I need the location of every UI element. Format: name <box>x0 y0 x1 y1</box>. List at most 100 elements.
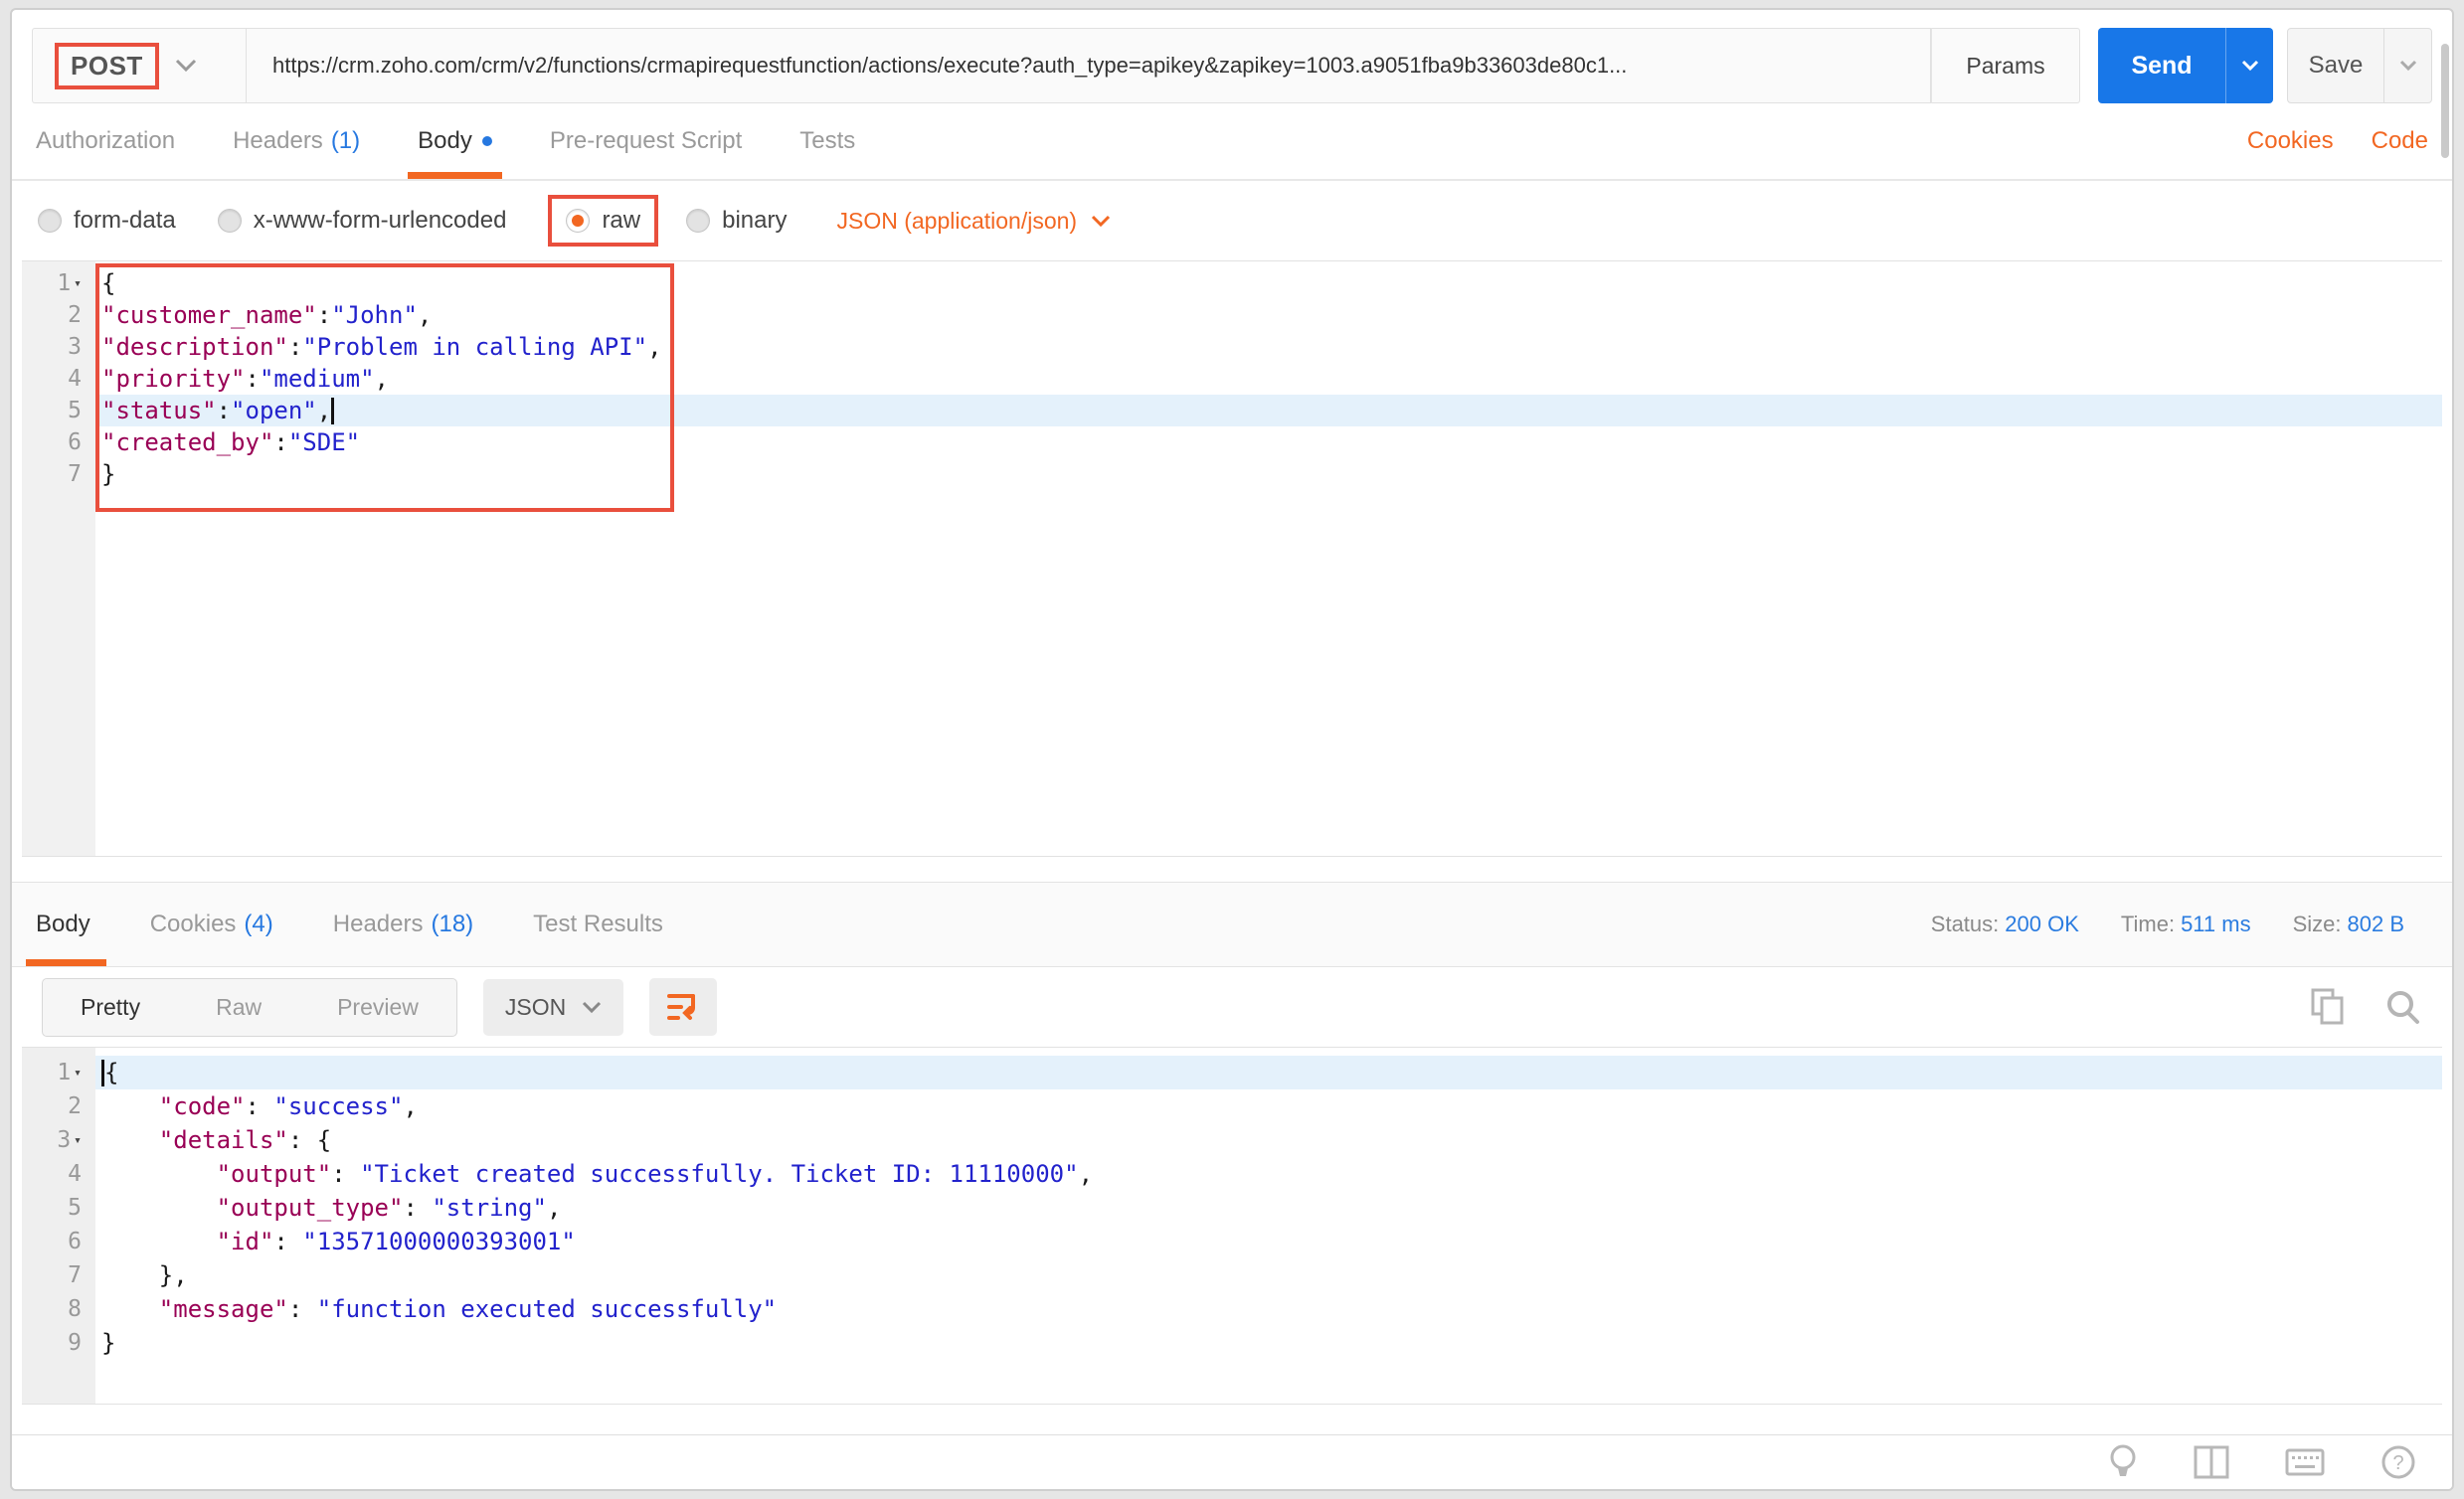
code-line[interactable]: 7 }, <box>22 1258 2442 1292</box>
save-button[interactable]: Save <box>2288 29 2383 102</box>
window-scrollbar-thumb[interactable] <box>2441 44 2449 158</box>
code-line-content[interactable]: }, <box>95 1258 2442 1292</box>
response-headers-count-badge: (18) <box>431 911 473 938</box>
tips-button[interactable] <box>2108 1444 2138 1480</box>
code-line[interactable]: 9} <box>22 1326 2442 1360</box>
wrap-lines-button[interactable] <box>649 978 717 1036</box>
line-number: 8 <box>22 1292 95 1326</box>
code-line[interactable]: 8 "message": "function executed successf… <box>22 1292 2442 1326</box>
send-button[interactable]: Send <box>2098 28 2225 103</box>
code-line[interactable]: 7} <box>22 458 2442 490</box>
line-number: 4 <box>22 1157 95 1191</box>
code-line-content[interactable]: "description":"Problem in calling API", <box>95 331 2442 363</box>
send-dropdown-button[interactable] <box>2225 28 2273 103</box>
help-button[interactable]: ? <box>2380 1444 2416 1480</box>
radio-binary[interactable]: binary <box>686 207 787 235</box>
code-line-content[interactable]: "output": "Ticket created successfully. … <box>95 1157 2442 1191</box>
svg-text:?: ? <box>2392 1452 2403 1474</box>
code-line-content[interactable]: { <box>95 1056 2442 1089</box>
fold-arrow-icon[interactable]: ▾ <box>74 1133 82 1148</box>
url-input[interactable]: https://crm.zoho.com/crm/v2/functions/cr… <box>246 28 1931 103</box>
code-link[interactable]: Code <box>2372 103 2428 179</box>
params-button[interactable]: Params <box>1931 28 2080 103</box>
content-type-dropdown[interactable]: JSON (application/json) <box>836 208 1111 235</box>
fold-arrow-icon[interactable]: ▾ <box>74 276 82 291</box>
response-format-dropdown[interactable]: JSON <box>483 979 623 1036</box>
code-line[interactable]: 2"customer_name":"John", <box>22 299 2442 331</box>
code-line[interactable]: 4"priority":"medium", <box>22 363 2442 395</box>
radio-circle-icon[interactable] <box>686 209 710 233</box>
body-modified-dot <box>482 136 492 146</box>
code-line[interactable]: 2 "code": "success", <box>22 1089 2442 1123</box>
keyboard-icon <box>2285 1448 2325 1476</box>
tab-authorization[interactable]: Authorization <box>36 103 175 179</box>
line-number: 7 <box>22 1258 95 1292</box>
radio-form-data[interactable]: form-data <box>38 207 176 235</box>
tab-tests[interactable]: Tests <box>799 103 855 179</box>
tab-pre-request-script[interactable]: Pre-request Script <box>550 103 742 179</box>
code-line-content[interactable]: "message": "function executed successful… <box>95 1292 2442 1326</box>
search-response-button[interactable] <box>2384 988 2422 1026</box>
help-icon: ? <box>2380 1444 2416 1480</box>
response-body-editor[interactable]: 1▾{2 "code": "success",3▾ "details": {4 … <box>22 1047 2442 1405</box>
code-line[interactable]: 3"description":"Problem in calling API", <box>22 331 2442 363</box>
code-line[interactable]: 5 "output_type": "string", <box>22 1191 2442 1225</box>
code-line-content[interactable]: "output_type": "string", <box>95 1191 2442 1225</box>
cookies-link[interactable]: Cookies <box>2247 103 2334 179</box>
tab-body[interactable]: Body <box>418 103 492 179</box>
response-tab-test-results[interactable]: Test Results <box>503 883 693 966</box>
code-line-content[interactable]: } <box>95 1326 2442 1360</box>
two-pane-view-button[interactable] <box>2194 1445 2229 1479</box>
response-toolbar: Pretty Raw Preview JSON <box>12 967 2452 1047</box>
code-line[interactable]: 6 "id": "13571000000393001" <box>22 1225 2442 1258</box>
code-line[interactable]: 5"status":"open", <box>22 395 2442 426</box>
code-line-content[interactable]: "details": { <box>95 1123 2442 1157</box>
radio-circle-icon[interactable] <box>566 209 590 233</box>
line-number: 9 <box>22 1326 95 1360</box>
code-line[interactable]: 1▾{ <box>22 1056 2442 1089</box>
code-line-content[interactable]: } <box>95 458 2442 490</box>
response-tab-body[interactable]: Body <box>32 883 120 966</box>
copy-response-button[interactable] <box>2311 988 2347 1026</box>
code-line-content[interactable]: "customer_name":"John", <box>95 299 2442 331</box>
save-dropdown-button[interactable] <box>2383 29 2431 102</box>
code-line[interactable]: 3▾ "details": { <box>22 1123 2442 1157</box>
code-line-content[interactable]: "priority":"medium", <box>95 363 2442 395</box>
code-line[interactable]: 1▾{ <box>22 267 2442 299</box>
method-chevron-down-icon <box>175 59 197 73</box>
code-line-content[interactable]: "status":"open", <box>95 395 2442 426</box>
method-selector[interactable]: POST <box>32 28 246 103</box>
request-body-editor[interactable]: 1▾{2"customer_name":"John",3"description… <box>22 260 2442 857</box>
code-line-content[interactable]: "created_by":"SDE" <box>95 426 2442 458</box>
request-tabs: Authorization Headers (1) Body Pre-reque… <box>12 103 2452 181</box>
view-pretty-button[interactable]: Pretty <box>43 979 178 1036</box>
copy-icon <box>2311 988 2347 1026</box>
text-cursor <box>331 398 334 424</box>
code-line-content[interactable]: "id": "13571000000393001" <box>95 1225 2442 1258</box>
response-tab-headers[interactable]: Headers (18) <box>303 883 503 966</box>
view-mode-group: Pretty Raw Preview <box>42 978 457 1037</box>
shortcuts-button[interactable] <box>2285 1448 2325 1476</box>
code-line-content[interactable]: { <box>95 267 2442 299</box>
radio-circle-icon[interactable] <box>38 209 62 233</box>
code-line[interactable]: 6"created_by":"SDE" <box>22 426 2442 458</box>
line-number: 1▾ <box>22 1056 95 1089</box>
lightbulb-icon <box>2108 1444 2138 1480</box>
radio-circle-icon[interactable] <box>218 209 242 233</box>
code-line-content[interactable]: "code": "success", <box>95 1089 2442 1123</box>
tab-headers[interactable]: Headers (1) <box>233 103 360 179</box>
tabs-spacer <box>913 103 2209 179</box>
code-line[interactable]: 4 "output": "Ticket created successfully… <box>22 1157 2442 1191</box>
line-number: 4 <box>22 363 95 395</box>
view-raw-button[interactable]: Raw <box>178 979 299 1036</box>
line-number: 3▾ <box>22 1123 95 1157</box>
section-gap <box>12 857 2452 882</box>
view-preview-button[interactable]: Preview <box>299 979 456 1036</box>
method-label: POST <box>55 43 159 89</box>
radio-raw[interactable]: raw <box>566 207 640 235</box>
radio-x-www-form-urlencoded[interactable]: x-www-form-urlencoded <box>218 207 507 235</box>
fold-arrow-icon[interactable]: ▾ <box>74 1066 82 1081</box>
format-chevron-down-icon <box>582 1001 602 1014</box>
line-number: 1▾ <box>22 267 95 299</box>
response-tab-cookies[interactable]: Cookies (4) <box>120 883 303 966</box>
